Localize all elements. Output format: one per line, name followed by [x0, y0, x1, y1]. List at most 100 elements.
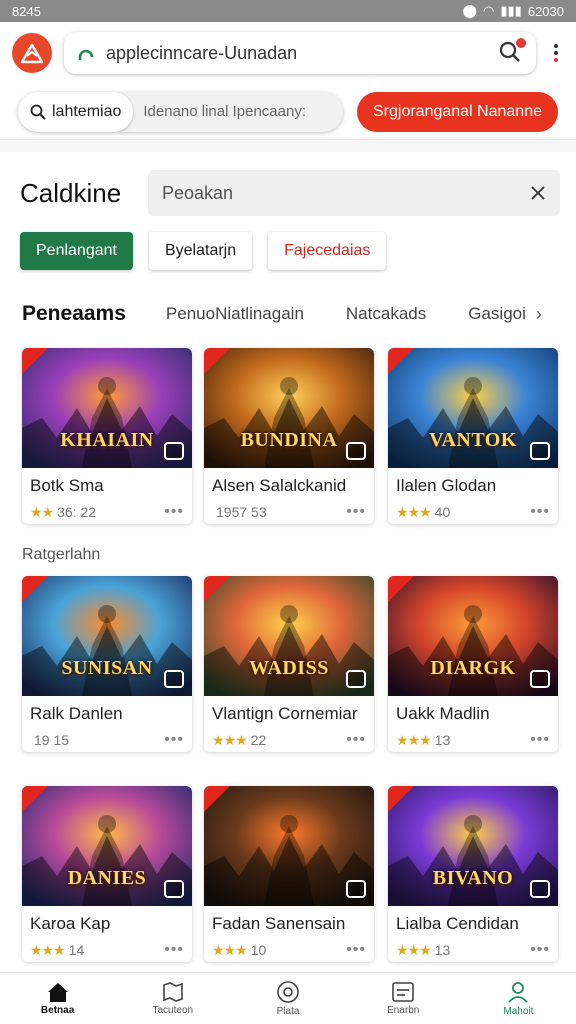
chip-filter-2[interactable]: Byelatarjn [148, 232, 253, 270]
image-icon [392, 982, 415, 1002]
rating: ★★★ 40 [396, 504, 450, 521]
notification-dot [516, 38, 526, 48]
rating-value: 13 [434, 731, 451, 748]
game-name: Botk Sma [30, 476, 104, 495]
game-thumbnail: SUNISAN [22, 576, 192, 696]
rating: ★★ 36ː 22 [30, 504, 96, 521]
star-icon: ★★★ [212, 731, 248, 748]
game-card[interactable]: BUNDINA Alsen Salalckanid 1957 53 ••• [204, 348, 374, 524]
notifications-button[interactable] [498, 38, 526, 66]
nav-item-1[interactable]: Betnaa [0, 973, 115, 1024]
game-card[interactable]: WADISS Vlantign Cornemiar ★★★ 22 ••• [204, 576, 374, 752]
star-icon: ★★★ [30, 941, 66, 958]
game-meta: ★★★ 13 ••• [388, 934, 558, 962]
game-meta: ★★★ 10 ••• [204, 934, 374, 962]
url-bar[interactable]: applecinncare-Uunadan [64, 32, 536, 74]
chip-filter-1[interactable]: Penlangant [20, 232, 133, 270]
star-icon: ★★★ [212, 941, 248, 958]
game-name: Fadan Sanensain [212, 914, 346, 933]
catalog-search-input[interactable]: Peoakan [148, 170, 560, 216]
segment-other[interactable]: Idenano linal Ipencaany: [133, 92, 316, 132]
tool-row: lahtemiao Idenano linal Ipencaany: Srgjo… [0, 84, 576, 140]
more-options-icon[interactable]: ••• [530, 731, 550, 749]
app-logo-icon[interactable] [12, 33, 52, 73]
corner-flag [388, 576, 414, 602]
home-icon [47, 983, 68, 1002]
rating-value: 40 [434, 503, 451, 520]
status-time: 8245 [12, 3, 41, 19]
game-thumbnail: KHAIAIN [22, 348, 192, 468]
tab-active[interactable]: Peneaams [22, 302, 126, 326]
more-options-icon[interactable]: ••• [530, 941, 550, 959]
primary-action-label: Srgjoranganal Nananne [372, 102, 542, 120]
game-thumbnail: BUNDINA [204, 348, 374, 468]
segmented-control: lahtemiao Idenano linal Ipencaany: [18, 91, 343, 132]
primary-action-button[interactable]: Srgjoranganal Nananne [356, 91, 558, 132]
more-options-icon[interactable]: ••• [164, 941, 184, 959]
game-name: Lialba Cendidan [396, 914, 519, 933]
game-card[interactable]: SUNISAN Ralk Danlen 19 15 ••• [22, 576, 192, 752]
signal-icon: ▮▮▮ [500, 3, 522, 18]
bottom-nav: Betnaa Tacuteon Plata Enarbn Mahoit [0, 972, 576, 1024]
star-icon: ★★★ [396, 731, 432, 748]
location-icon: ⬤ [462, 3, 478, 18]
rating: ★★★ 10 [212, 942, 266, 959]
game-meta: ★★ 36ː 22 ••• [22, 496, 192, 524]
more-options-icon[interactable]: ••• [164, 503, 184, 521]
game-card[interactable]: BIVANO Lialba Cendidan ★★★ 13 ••• [388, 786, 558, 962]
filter-chips: Penlangant Byelatarjn Fajecedaias [20, 232, 387, 270]
star-icon: ★★★ [396, 503, 432, 520]
corner-flag [22, 348, 48, 374]
game-card[interactable]: VANTOK Ilalen Glodan ★★★ 40 ••• [388, 348, 558, 524]
game-meta: 19 15 ••• [22, 724, 192, 752]
game-thumbnail: VANTOK [388, 348, 558, 468]
game-thumbnail: WADISS [204, 576, 374, 696]
star-icon: ★★ [30, 503, 54, 520]
game-card[interactable]: Fadan Sanensain ★★★ 10 ••• [204, 786, 374, 962]
corner-flag [388, 786, 414, 812]
game-meta: ★★★ 22 ••• [204, 724, 374, 752]
tab-3[interactable]: Natcakads [346, 304, 426, 324]
chevron-right-icon[interactable]: › [536, 304, 542, 325]
game-meta: ★★★ 13 ••• [388, 724, 558, 752]
tab-2[interactable]: PenuoNiatlinagain [166, 304, 304, 324]
more-options-icon[interactable]: ••• [164, 731, 184, 749]
nav-item-2[interactable]: Tacuteon [115, 973, 230, 1024]
game-thumbnail: DIARGK [388, 576, 558, 696]
nav-item-3[interactable]: Plata [230, 973, 345, 1024]
divider-band [0, 140, 576, 152]
tab-4[interactable]: Gasigoi [468, 304, 526, 324]
star-icon: ★★★ [396, 941, 432, 958]
screen-badge-icon [164, 670, 184, 688]
nav-item-5[interactable]: Mahoit [461, 973, 576, 1024]
corner-flag [204, 348, 230, 374]
status-icons: ⬤ ◠ ▮▮▮ 62030 [462, 3, 564, 19]
screen-badge-icon [530, 670, 550, 688]
more-options-icon[interactable]: ••• [346, 503, 366, 521]
rating-value: 22 [250, 731, 267, 748]
overflow-menu-icon[interactable] [548, 44, 564, 62]
corner-flag [22, 576, 48, 602]
nav-item-4[interactable]: Enarbn [346, 973, 461, 1024]
game-card[interactable]: DIARGK Uakk Madlin ★★★ 13 ••• [388, 576, 558, 752]
corner-flag [204, 576, 230, 602]
game-card[interactable]: KHAIAIN Botk Sma ★★ 36ː 22 ••• [22, 348, 192, 524]
circle-icon [277, 981, 299, 1003]
screen-badge-icon [530, 442, 550, 460]
screen-badge-icon [530, 880, 550, 898]
rating: 1957 53 [212, 504, 267, 520]
screen-badge-icon [164, 880, 184, 898]
corner-flag [22, 786, 48, 812]
url-text: applecinncare-Uunadan [106, 42, 298, 63]
page-title: Caldkine [20, 177, 122, 208]
game-card[interactable]: DANIES Karoa Kap ★★★ 14 ••• [22, 786, 192, 962]
more-options-icon[interactable]: ••• [346, 731, 366, 749]
screen-badge-icon [346, 670, 366, 688]
chip-filter-3[interactable]: Fajecedaias [268, 232, 387, 270]
category-tabs: Peneaams PenuoNiatlinagain Natcakads Gas… [22, 296, 562, 332]
segment-search[interactable]: lahtemiao [18, 91, 134, 132]
more-options-icon[interactable]: ••• [530, 503, 550, 521]
more-options-icon[interactable]: ••• [346, 941, 366, 959]
close-icon[interactable] [530, 185, 546, 201]
game-name: Ilalen Glodan [396, 476, 497, 495]
